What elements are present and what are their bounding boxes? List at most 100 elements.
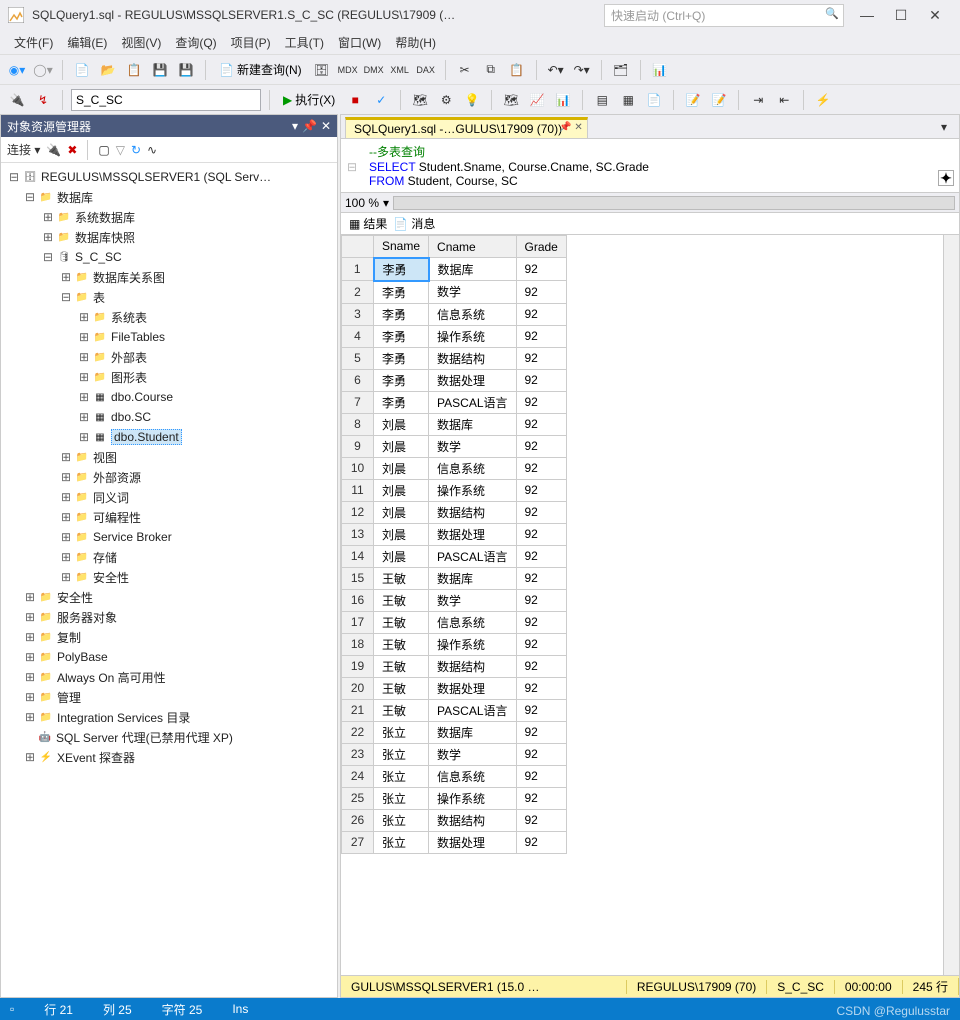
comment-icon[interactable]: 📝 xyxy=(682,89,704,111)
messages-tab[interactable]: 📄 消息 xyxy=(393,215,435,232)
stop-icon[interactable]: ■ xyxy=(344,89,366,111)
tree-storage[interactable]: 存储 xyxy=(93,549,117,566)
tree-table-student[interactable]: dbo.Student xyxy=(111,429,182,445)
table-row[interactable]: 8刘晨数据库92 xyxy=(342,413,567,435)
grid-header[interactable]: Sname xyxy=(374,236,429,258)
doc-dropdown-icon[interactable]: ▾ xyxy=(933,116,955,138)
tree-db-snap[interactable]: 数据库快照 xyxy=(75,229,135,246)
new-solution-icon[interactable]: 📄 xyxy=(71,59,93,81)
menu-edit[interactable]: 编辑(E) xyxy=(67,34,107,51)
table-row[interactable]: 18王敏操作系统92 xyxy=(342,633,567,655)
panel-pin-icon[interactable]: 📌 xyxy=(302,119,317,133)
table-row[interactable]: 1李勇数据库92 xyxy=(342,258,567,281)
dax-icon[interactable]: DAX xyxy=(415,59,437,81)
client-stats-icon[interactable]: 📊 xyxy=(552,89,574,111)
tree-management[interactable]: 管理 xyxy=(57,689,81,706)
indent-icon[interactable]: ⇥ xyxy=(747,89,769,111)
panel-close-icon[interactable]: ✕ xyxy=(321,119,331,133)
query-options-icon[interactable]: ⚙ xyxy=(435,89,457,111)
live-stats-icon[interactable]: 📈 xyxy=(526,89,548,111)
grid-header[interactable]: Cname xyxy=(429,236,516,258)
dmx-icon[interactable]: DMX xyxy=(363,59,385,81)
scripts-icon[interactable]: 📋 xyxy=(123,59,145,81)
est-plan-icon[interactable]: 🗺 xyxy=(409,89,431,111)
tree-programmability[interactable]: 可编程性 xyxy=(93,509,141,526)
tree-polybase[interactable]: PolyBase xyxy=(57,650,108,664)
refresh-icon[interactable]: ↻ xyxy=(131,143,141,157)
open-file-icon[interactable]: 📂 xyxy=(97,59,119,81)
save-all-icon[interactable]: 💾 xyxy=(175,59,197,81)
table-row[interactable]: 7李勇PASCAL语言92 xyxy=(342,391,567,413)
tree-sys-tables[interactable]: 系统表 xyxy=(111,309,147,326)
stop-icon-2[interactable]: ▢ xyxy=(98,143,109,157)
table-row[interactable]: 17王敏信息系统92 xyxy=(342,611,567,633)
copy-icon[interactable]: ⧉ xyxy=(480,59,502,81)
tree-sys-db[interactable]: 系统数据库 xyxy=(75,209,135,226)
menu-tools[interactable]: 工具(T) xyxy=(285,34,324,51)
table-row[interactable]: 11刘晨操作系统92 xyxy=(342,479,567,501)
table-row[interactable]: 6李勇数据处理92 xyxy=(342,369,567,391)
tree-db-diagram[interactable]: 数据库关系图 xyxy=(93,269,165,286)
grid-vscrollbar[interactable] xyxy=(943,235,959,975)
quick-launch-input[interactable]: 快速启动 (Ctrl+Q) xyxy=(604,4,844,27)
tree-alwayson[interactable]: Always On 高可用性 xyxy=(57,669,166,686)
close-button[interactable]: ✕ xyxy=(918,2,952,28)
actual-plan-icon[interactable]: 🗺 xyxy=(500,89,522,111)
paste-icon[interactable]: 📋 xyxy=(506,59,528,81)
table-row[interactable]: 16王敏数学92 xyxy=(342,589,567,611)
results-grid[interactable]: SnameCnameGrade1李勇数据库922李勇数学923李勇信息系统924… xyxy=(341,235,567,854)
table-row[interactable]: 24张立信息系统92 xyxy=(342,765,567,787)
tree-ext-tables[interactable]: 外部表 xyxy=(111,349,147,366)
results-tab[interactable]: ▦ 结果 xyxy=(349,215,387,232)
tab-pin-icon[interactable]: 📌 ✕ xyxy=(559,122,583,133)
tree-replication[interactable]: 复制 xyxy=(57,629,81,646)
results-text-icon[interactable]: ▤ xyxy=(591,89,613,111)
tree-filetables[interactable]: FileTables xyxy=(111,330,165,344)
cut-icon[interactable]: ✂ xyxy=(454,59,476,81)
intellisense-icon[interactable]: 💡 xyxy=(461,89,483,111)
panel-dropdown-icon[interactable]: ▾ xyxy=(292,119,298,133)
table-row[interactable]: 5李勇数据结构92 xyxy=(342,347,567,369)
specify-values-icon[interactable]: ⚡ xyxy=(812,89,834,111)
tree-tables[interactable]: 表 xyxy=(93,289,105,306)
table-row[interactable]: 4李勇操作系统92 xyxy=(342,325,567,347)
tree-server-objs[interactable]: 服务器对象 xyxy=(57,609,117,626)
table-row[interactable]: 19王敏数据结构92 xyxy=(342,655,567,677)
database-combo[interactable] xyxy=(71,89,261,111)
menu-project[interactable]: 项目(P) xyxy=(231,34,271,51)
expand-glyph-icon[interactable]: ✦ xyxy=(938,170,954,186)
tree-service-broker[interactable]: Service Broker xyxy=(93,530,172,544)
pulse-icon[interactable]: ∿ xyxy=(147,143,157,157)
menu-help[interactable]: 帮助(H) xyxy=(395,34,436,51)
tree-security[interactable]: 安全性 xyxy=(57,589,93,606)
nav-back-icon[interactable]: ◉▾ xyxy=(6,59,28,81)
disconnect-icon[interactable]: ↯ xyxy=(32,89,54,111)
menu-window[interactable]: 窗口(W) xyxy=(338,34,381,51)
table-row[interactable]: 21王敏PASCAL语言92 xyxy=(342,699,567,721)
table-row[interactable]: 14刘晨PASCAL语言92 xyxy=(342,545,567,567)
table-row[interactable]: 20王敏数据处理92 xyxy=(342,677,567,699)
tree-databases[interactable]: 数据库 xyxy=(57,189,93,206)
document-tab[interactable]: SQLQuery1.sql -…GULUS\17909 (70))* 📌 ✕ xyxy=(345,117,588,138)
table-row[interactable]: 12刘晨数据结构92 xyxy=(342,501,567,523)
tree-server[interactable]: REGULUS\MSSQLSERVER1 (SQL Serv… xyxy=(41,170,271,184)
sql-editor[interactable]: --多表查询 ⊟SELECT Student.Sname, Course.Cna… xyxy=(341,139,959,193)
disconnect-icon-2[interactable]: ✖ xyxy=(67,143,77,157)
execute-button[interactable]: ▶执行(X) xyxy=(278,89,340,111)
results-grid-icon[interactable]: ▦ xyxy=(617,89,639,111)
filter-icon[interactable]: ▽ xyxy=(116,143,125,157)
connect-dropdown[interactable]: 连接 ▾ xyxy=(7,141,40,158)
tree-graph-tables[interactable]: 图形表 xyxy=(111,369,147,386)
connect-icon[interactable]: 🔌 xyxy=(46,143,61,157)
xmla-icon[interactable]: XML xyxy=(389,59,411,81)
db-engine-query-icon[interactable]: 🗄 xyxy=(311,59,333,81)
tree-views[interactable]: 视图 xyxy=(93,449,117,466)
new-query-button[interactable]: 📄新建查询(N) xyxy=(214,59,307,81)
menu-query[interactable]: 查询(Q) xyxy=(175,34,216,51)
nav-fwd-icon[interactable]: ◯▾ xyxy=(32,59,54,81)
table-row[interactable]: 27张立数据处理92 xyxy=(342,831,567,853)
activity-monitor-icon[interactable]: 📊 xyxy=(649,59,671,81)
change-conn-icon[interactable]: 🔌 xyxy=(6,89,28,111)
tree-ext-res[interactable]: 外部资源 xyxy=(93,469,141,486)
horiz-scrollbar[interactable] xyxy=(393,196,955,210)
